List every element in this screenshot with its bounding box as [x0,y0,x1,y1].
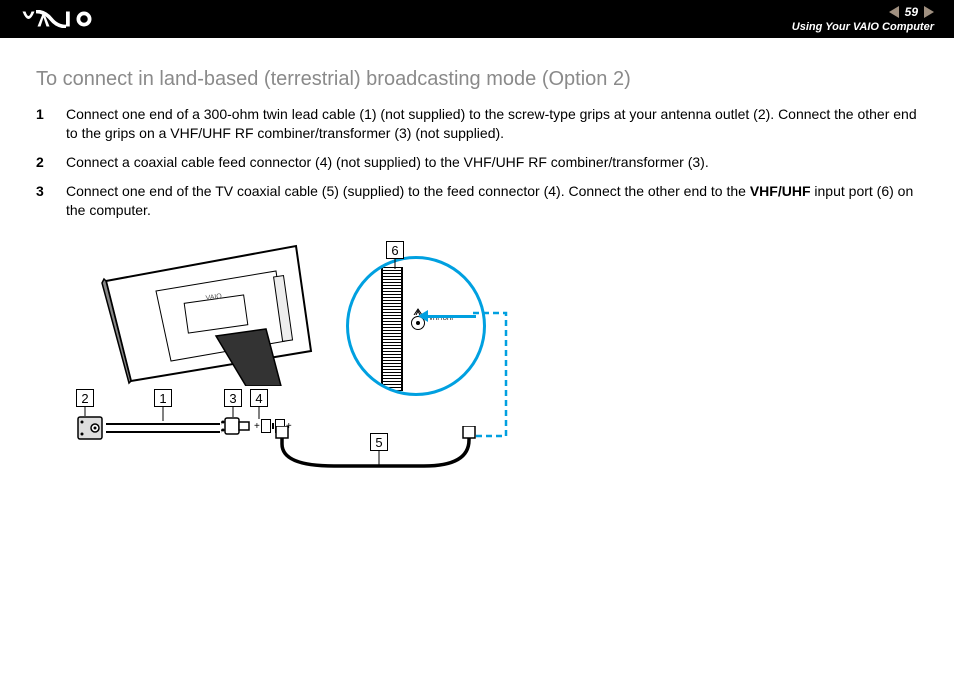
svg-text:+: + [221,420,223,427]
zoom-detail-circle: VHF/UHF [346,256,486,396]
antenna-outlet-illustration [76,413,104,443]
callout-6: 6 [386,241,404,259]
step-text: Connect a coaxial cable feed connector (… [66,153,709,172]
callout-1: 1 [154,389,172,407]
page-content: To connect in land-based (terrestrial) b… [0,38,954,501]
step-number: 3 [36,182,50,220]
steps-list: 1 Connect one end of a 300-ohm twin lead… [36,105,918,219]
page-number: 59 [903,5,920,19]
combiner-transformer-illustration: + + [221,413,251,439]
header-section-title: Using Your VAIO Computer [792,21,934,33]
monitor-back-illustration: VAIO [96,241,321,386]
page-nav: 59 [889,5,934,19]
svg-text:+: + [221,428,223,435]
pointer-arrow [426,315,476,318]
step-number: 2 [36,153,50,172]
section-heading: To connect in land-based (terrestrial) b… [36,68,918,91]
callout-3: 3 [224,389,242,407]
next-page-button[interactable] [924,6,934,18]
step-item: 3 Connect one end of the TV coaxial cabl… [36,182,918,220]
step-number: 1 [36,105,50,143]
twin-lead-cable-illustration [106,421,220,433]
port-strip-illustration [381,267,403,391]
header-bar: 59 Using Your VAIO Computer [0,0,954,38]
vaio-logo [20,10,130,28]
header-right: 59 Using Your VAIO Computer [792,5,934,33]
step-text: Connect one end of the TV coaxial cable … [66,182,918,220]
step-item: 2 Connect a coaxial cable feed connector… [36,153,918,172]
prev-page-button[interactable] [889,6,899,18]
step-text: Connect one end of a 300-ohm twin lead c… [66,105,918,143]
step-item: 1 Connect one end of a 300-ohm twin lead… [36,105,918,143]
callout-2: 2 [76,389,94,407]
callout-5: 5 [370,433,388,451]
callout-4: 4 [250,389,268,407]
connection-diagram: VAIO VHF/UHF 6 [76,241,546,491]
